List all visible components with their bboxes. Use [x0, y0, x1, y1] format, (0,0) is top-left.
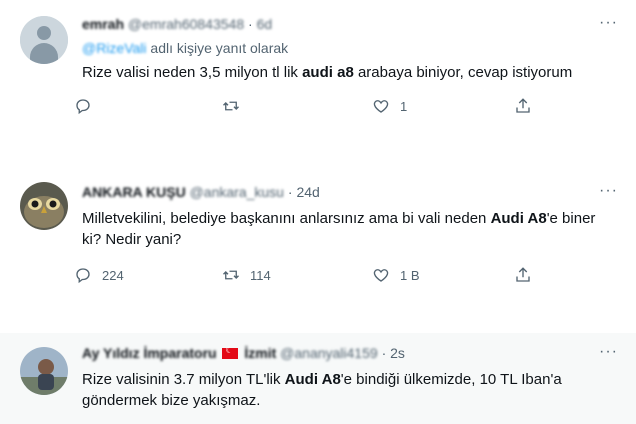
tweet-time[interactable]: 24d [296, 184, 319, 200]
user-name-suffix: İzmit [244, 345, 277, 361]
user-name[interactable]: emrah [82, 16, 124, 32]
turkish-flag-icon [222, 345, 239, 359]
reply-button[interactable] [74, 97, 102, 115]
reply-icon [76, 99, 90, 115]
reply-context: @RizeVali adlı kişiye yanıt olarak [82, 40, 288, 56]
user-handle[interactable]: @ankara_kusu [190, 184, 284, 200]
like-icon [373, 269, 389, 282]
tweet-time[interactable]: 6d [257, 16, 273, 32]
tweet-text: Milletvekilini, belediye başkanını anlar… [82, 210, 596, 248]
reply-context-label: adlı kişiye yanıt olarak [150, 40, 289, 56]
tweet-actions: 224 114 1 B [74, 266, 554, 286]
more-icon[interactable]: ··· [599, 182, 618, 200]
retweet-button[interactable]: 114 [222, 266, 271, 284]
user-photo-icon [20, 347, 68, 395]
reply-button[interactable]: 224 [74, 266, 124, 284]
avatar[interactable] [20, 16, 68, 64]
share-icon [516, 267, 530, 282]
retweet-button[interactable] [222, 97, 250, 115]
like-button[interactable]: 1 B [372, 266, 420, 284]
tweet-3[interactable]: Ay Yıldız İmparatoru İzmit @ananyali4159… [0, 333, 636, 424]
tweet-time[interactable]: 2s [390, 345, 405, 361]
user-name[interactable]: Ay Yıldız İmparatoru [82, 345, 217, 361]
user-name[interactable]: ANKARA KUŞU [82, 184, 186, 200]
highlight: audi a8 [302, 64, 354, 81]
tweet-actions: 1 [74, 97, 554, 117]
share-button[interactable] [514, 266, 532, 284]
bird-avatar-icon [20, 182, 68, 230]
reply-icon [76, 268, 90, 284]
share-button[interactable] [514, 97, 532, 115]
tweet-header: ANKARA KUŞU @ankara_kusu · 24d [82, 184, 320, 200]
more-icon[interactable]: ··· [599, 14, 618, 32]
retweet-icon [223, 270, 239, 280]
user-handle[interactable]: @emrah60843548 [128, 16, 244, 32]
tweet-header: Ay Yıldız İmparatoru İzmit @ananyali4159… [82, 345, 405, 361]
tweet-1[interactable]: emrah @emrah60843548 · 6d ··· @RizeVali … [0, 0, 636, 140]
mention-link[interactable]: @RizeVali [82, 40, 147, 56]
user-handle[interactable]: @ananyali4159 [280, 345, 378, 361]
tweet-2[interactable]: ANKARA KUŞU @ankara_kusu · 24d ··· Mille… [0, 172, 636, 298]
retweet-icon [223, 101, 239, 111]
more-icon[interactable]: ··· [599, 343, 618, 361]
like-button[interactable]: 1 [372, 97, 407, 115]
tweet-header: emrah @emrah60843548 · 6d [82, 16, 273, 32]
highlight: Audi A8 [490, 210, 547, 227]
tweet-text: Rize valisinin 3.7 milyon TL'lik Audi A8… [82, 371, 562, 409]
like-icon [373, 100, 389, 113]
avatar[interactable] [20, 182, 68, 230]
share-icon [516, 98, 530, 113]
tweet-text: Rize valisi neden 3,5 milyon tl lik audi… [82, 64, 573, 81]
avatar[interactable] [20, 347, 68, 395]
highlight: Audi A8 [284, 371, 341, 388]
